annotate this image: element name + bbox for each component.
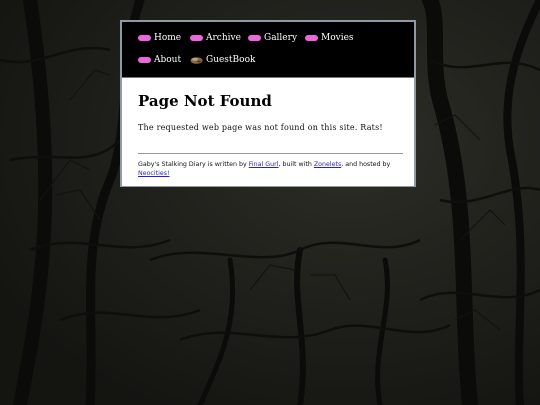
- divider: [138, 153, 403, 154]
- neocities-link[interactable]: Neocities!: [138, 170, 170, 177]
- top-navigation: Home Archive Gallery Movies About GuestB…: [122, 22, 414, 76]
- pink-pill-icon: [190, 35, 203, 41]
- pink-pill-icon: [138, 57, 151, 63]
- nav-item-label: Gallery: [264, 33, 298, 43]
- footer-text: Gaby's Stalking Diary is written by: [138, 161, 249, 168]
- footer-text: , built with: [278, 161, 314, 168]
- pink-pill-icon: [248, 35, 261, 41]
- nav-item-archive[interactable]: Archive: [190, 30, 241, 46]
- nav-item-label: Home: [154, 33, 182, 43]
- rock-icon: [190, 57, 203, 64]
- page-title: Page Not Found: [138, 92, 272, 110]
- nav-item-guestbook[interactable]: GuestBook: [190, 52, 255, 68]
- zonelets-link[interactable]: Zonelets: [314, 161, 341, 168]
- author-link[interactable]: Final Gurl: [249, 161, 279, 168]
- footer-text: , and hosted by: [341, 161, 391, 168]
- not-found-message: The requested web page was not found on …: [138, 123, 383, 132]
- pink-pill-icon: [138, 35, 151, 41]
- pink-pill-icon: [305, 35, 318, 41]
- page-container: Home Archive Gallery Movies About GuestB…: [120, 20, 416, 187]
- main-content: Page Not Found The requested web page wa…: [122, 77, 414, 186]
- nav-item-label: Movies: [321, 33, 354, 43]
- nav-item-label: GuestBook: [206, 55, 256, 65]
- nav-item-home[interactable]: Home: [138, 30, 181, 46]
- nav-item-label: About: [154, 55, 182, 65]
- nav-item-movies[interactable]: Movies: [305, 30, 354, 46]
- nav-item-about[interactable]: About: [138, 52, 181, 68]
- nav-item-gallery[interactable]: Gallery: [248, 30, 297, 46]
- footer: Gaby's Stalking Diary is written by Fina…: [138, 160, 400, 178]
- nav-item-label: Archive: [206, 33, 241, 43]
